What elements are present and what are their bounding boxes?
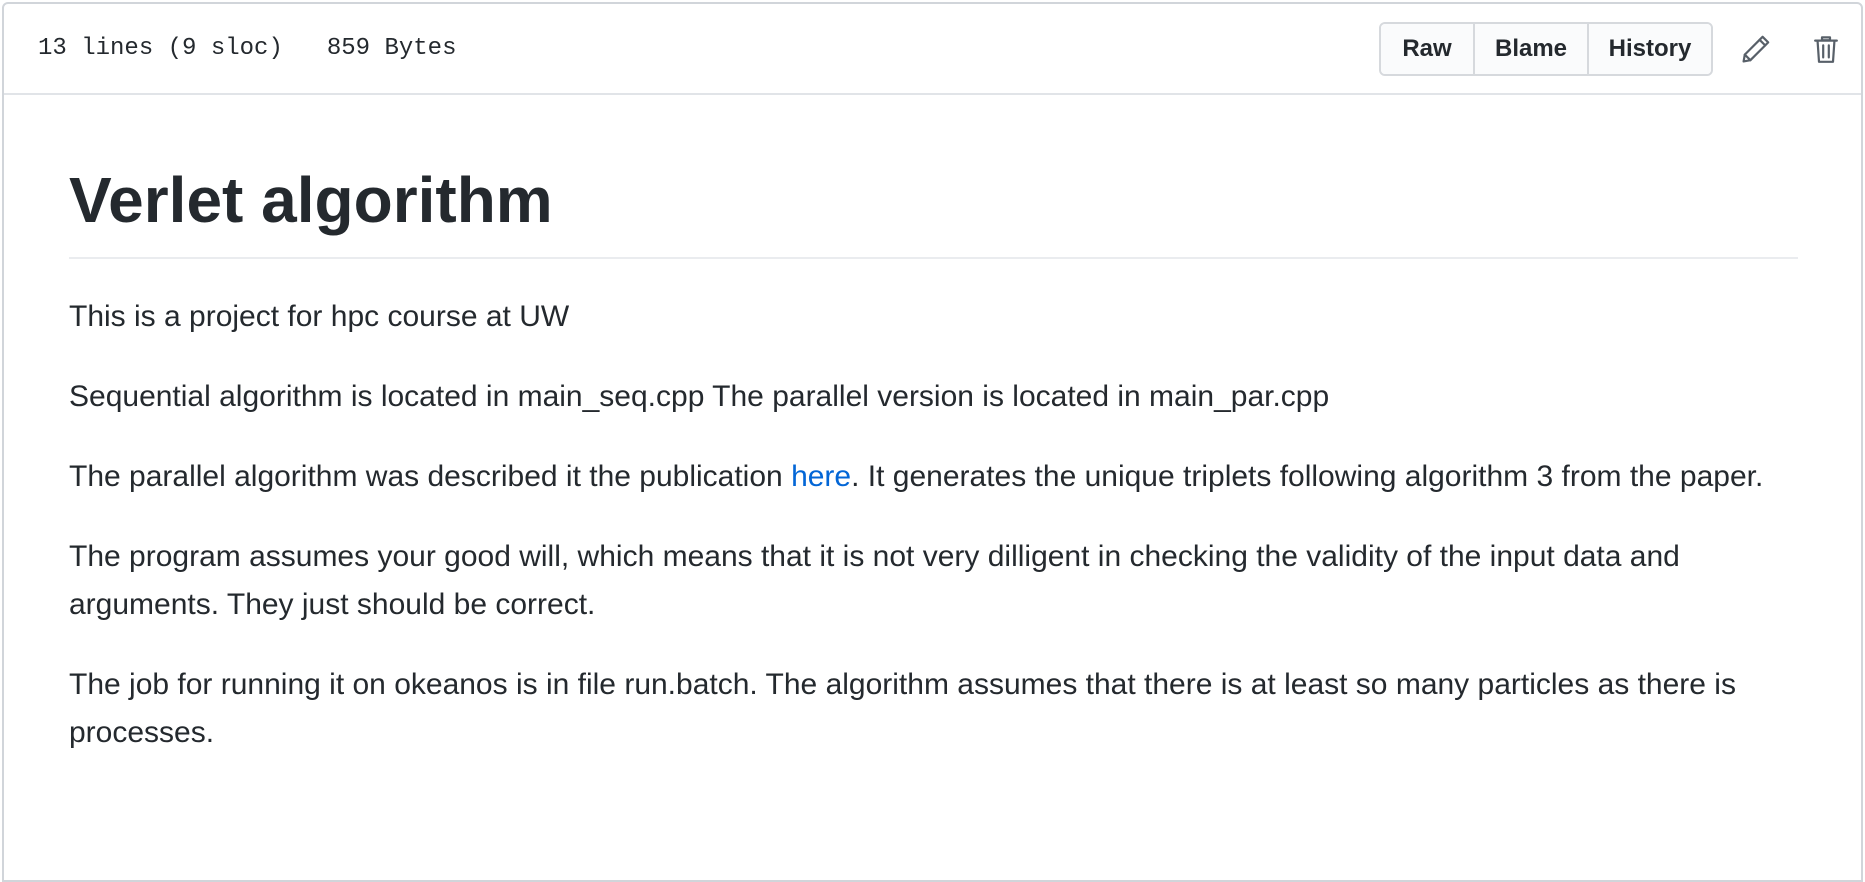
paragraph-publication-text-before: The parallel algorithm was described it … [69, 460, 792, 493]
paragraph-assumptions: The program assumes your good will, whic… [69, 540, 1680, 621]
delete-file-button[interactable] [1791, 19, 1861, 79]
paragraph-job: The job for running it on okeanos is in … [69, 668, 1736, 749]
file-info: 13 lines (9 sloc) 859 Bytes [38, 35, 456, 62]
history-button[interactable]: History [1587, 23, 1711, 74]
raw-button[interactable]: Raw [1381, 23, 1473, 74]
trash-icon [1814, 35, 1838, 63]
file-header: 13 lines (9 sloc) 859 Bytes Raw Blame Hi… [4, 4, 1861, 95]
paragraph-files: Sequential algorithm is located in main_… [69, 380, 1330, 413]
file-box: 13 lines (9 sloc) 859 Bytes Raw Blame Hi… [2, 2, 1863, 882]
pencil-icon [1742, 35, 1770, 62]
readme-title: Verlet algorithm [69, 163, 1798, 259]
line-count: 13 lines (9 sloc) [38, 35, 283, 62]
file-actions: Raw Blame History [1379, 4, 1861, 93]
file-size: 859 Bytes [326, 35, 457, 62]
paragraph-publication-text-after: . It generates the unique triplets follo… [851, 460, 1764, 493]
paragraph-intro: This is a project for hpc course at UW [69, 300, 570, 333]
blame-button[interactable]: Blame [1473, 23, 1587, 74]
edit-file-button[interactable] [1721, 19, 1791, 79]
view-button-group: Raw Blame History [1379, 21, 1713, 76]
paragraph-publication: The parallel algorithm was described it … [69, 453, 1798, 501]
readme-content: Verlet algorithm This is a project for h… [4, 163, 1861, 757]
publication-link[interactable]: here [791, 460, 851, 493]
